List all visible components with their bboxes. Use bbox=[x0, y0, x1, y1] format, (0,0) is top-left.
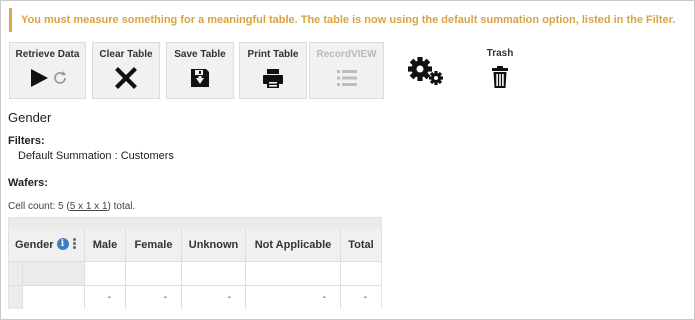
row-label-cell bbox=[22, 285, 84, 309]
info-icon[interactable]: i bbox=[56, 238, 69, 251]
row-handle bbox=[9, 261, 23, 285]
clear-table-button[interactable]: Clear Table bbox=[92, 42, 160, 99]
warning-message: You must measure something for a meaning… bbox=[9, 8, 684, 32]
save-icon bbox=[191, 69, 209, 87]
close-icon bbox=[115, 67, 137, 89]
print-table-label: Print Table bbox=[247, 49, 299, 60]
row-handle bbox=[9, 285, 23, 309]
trash-label: Trash bbox=[486, 48, 514, 59]
table-cell: - bbox=[245, 285, 340, 309]
col-header-unknown: Unknown bbox=[181, 229, 245, 261]
row-header-gender: Gender i bbox=[9, 229, 84, 261]
retrieve-data-label: Retrieve Data bbox=[15, 49, 80, 60]
retrieve-data-button[interactable]: Retrieve Data bbox=[9, 42, 86, 99]
results-table: Gender i Male Female Unknown Not Applicab… bbox=[8, 217, 382, 309]
refresh-icon bbox=[53, 71, 66, 84]
save-table-button[interactable]: Save Table bbox=[166, 42, 234, 99]
col-header-total: Total bbox=[340, 229, 381, 261]
cell-count-prefix: Cell count: 5 ( bbox=[8, 201, 70, 212]
col-header-male: Male bbox=[84, 229, 125, 261]
col-header-not-applicable: Not Applicable bbox=[245, 229, 340, 261]
table-cell bbox=[125, 261, 181, 285]
col-header-female: Female bbox=[125, 229, 181, 261]
table-cell: - bbox=[181, 285, 245, 309]
cell-count: Cell count: 5 (5 x 1 x 1) total. bbox=[8, 201, 135, 212]
printer-icon bbox=[263, 69, 283, 88]
table-cell bbox=[181, 261, 245, 285]
cell-count-suffix: ) total. bbox=[107, 201, 136, 212]
table-cell bbox=[340, 261, 381, 285]
table-cell bbox=[84, 261, 125, 285]
table-top-band bbox=[9, 218, 381, 229]
table-cell: - bbox=[340, 285, 381, 309]
row-label-cell bbox=[22, 261, 84, 285]
list-icon bbox=[336, 70, 357, 86]
cell-count-link[interactable]: 5 x 1 x 1 bbox=[70, 201, 108, 212]
trash-button[interactable]: Trash bbox=[474, 42, 526, 99]
print-table-button[interactable]: Print Table bbox=[239, 42, 307, 99]
kebab-menu-icon[interactable] bbox=[72, 237, 76, 250]
wafers-label: Wafers: bbox=[8, 177, 48, 189]
table-cell bbox=[245, 261, 340, 285]
gears-icon bbox=[408, 57, 443, 85]
play-icon bbox=[30, 69, 48, 87]
section-title: Gender bbox=[8, 110, 52, 125]
save-table-label: Save Table bbox=[174, 49, 226, 60]
settings-button[interactable] bbox=[401, 42, 451, 99]
filter-item: Default Summation : Customers bbox=[18, 150, 174, 162]
table-row: - - - - - bbox=[9, 285, 381, 309]
table-cell: - bbox=[125, 285, 181, 309]
row-header-label: Gender bbox=[15, 239, 54, 251]
trash-icon bbox=[492, 66, 508, 88]
clear-table-label: Clear Table bbox=[99, 49, 153, 60]
table-cell: - bbox=[84, 285, 125, 309]
table-row bbox=[9, 261, 381, 285]
recordview-button[interactable]: RecordVIEW bbox=[309, 42, 384, 99]
filters-label: Filters: bbox=[8, 135, 45, 147]
recordview-label: RecordVIEW bbox=[316, 49, 377, 60]
